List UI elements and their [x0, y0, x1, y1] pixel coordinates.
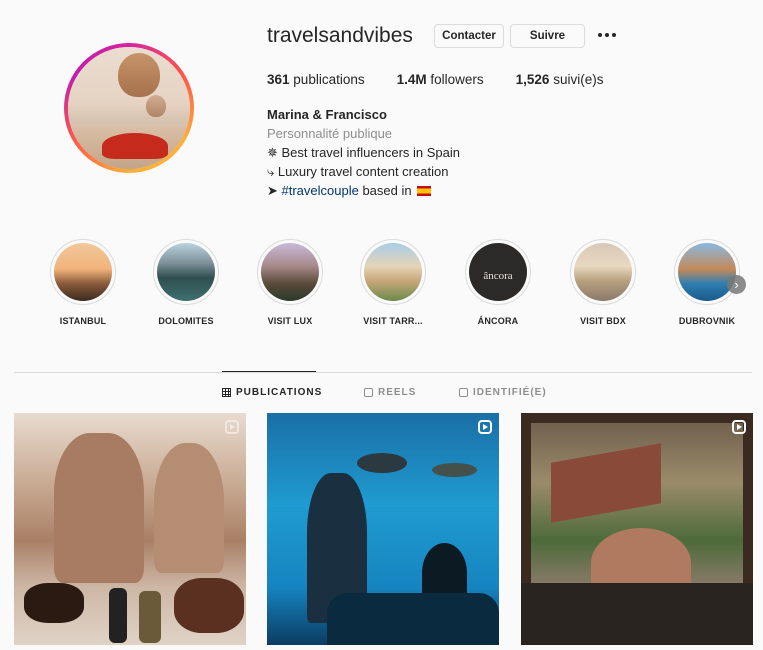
chevron-right-icon[interactable]: ›	[727, 275, 746, 294]
bio-line: ✵ Best travel influencers in Spain	[267, 145, 460, 160]
profile-full-name: Marina & Francisco	[267, 107, 387, 122]
highlight-istanbul[interactable]: ISTANBUL	[43, 239, 123, 326]
highlight-ring	[257, 239, 323, 305]
avatar-balloon	[146, 95, 166, 117]
post-fish	[357, 453, 407, 473]
avatar-red-dress	[102, 133, 168, 159]
post-thumbnail[interactable]	[267, 413, 499, 645]
tab-label: PUBLICATIONS	[236, 387, 323, 398]
tab-label: REELS	[378, 387, 417, 398]
bio-arrow: ➤	[267, 183, 282, 198]
avatar-balloon	[118, 53, 160, 97]
highlight-ring	[153, 239, 219, 305]
highlight-ring	[50, 239, 116, 305]
bio-line: ➤ #travelcouple based in	[267, 183, 432, 199]
grid-icon	[222, 388, 231, 397]
highlight-label: DOLOMITES	[158, 316, 214, 326]
highlight-image: âncora	[469, 243, 527, 301]
profile-avatar[interactable]	[64, 43, 194, 173]
highlight-image	[54, 243, 112, 301]
tab-reels[interactable]: REELS	[364, 387, 416, 398]
profile-category: Personnalité publique	[267, 126, 393, 141]
contact-button[interactable]: Contacter	[434, 24, 504, 48]
more-options-icon[interactable]	[598, 28, 618, 42]
active-tab-indicator	[222, 371, 316, 372]
post-thumbnail[interactable]	[521, 413, 753, 645]
tab-label: IDENTIFIÉ(E)	[473, 387, 547, 398]
highlight-image	[157, 243, 215, 301]
tab-publications[interactable]: PUBLICATIONS	[222, 387, 322, 398]
post-bathtub	[327, 593, 499, 645]
ancora-logo-text: âncora	[483, 270, 513, 282]
highlight-ancora[interactable]: âncora ÁNCORA	[458, 239, 538, 326]
reel-icon	[225, 420, 239, 434]
reels-icon	[364, 388, 373, 397]
post-person	[139, 591, 161, 643]
post-bathtub	[521, 583, 753, 645]
followers-count: 1.4M	[396, 72, 427, 87]
posts-count: 361	[267, 72, 290, 87]
highlight-image	[364, 243, 422, 301]
highlight-visit-bdx[interactable]: VISIT BDX	[563, 239, 643, 326]
following-stat[interactable]: 1,526 suivi(e)s	[516, 72, 604, 87]
post-horse	[24, 583, 84, 623]
post-person	[109, 588, 127, 643]
highlight-label: VISIT TARR...	[363, 316, 423, 326]
highlight-label: ISTANBUL	[59, 316, 107, 326]
posts-stat: 361 publications	[267, 72, 365, 87]
highlight-image	[261, 243, 319, 301]
followers-label: followers	[430, 72, 484, 87]
hashtag-link[interactable]: #travelcouple	[282, 183, 359, 198]
highlight-label: VISIT BDX	[580, 316, 626, 326]
reel-icon	[478, 420, 492, 434]
tagged-icon	[459, 388, 468, 397]
highlight-visit-tarr[interactable]: VISIT TARR...	[353, 239, 433, 326]
profile-username: travelsandvibes	[267, 24, 413, 47]
bio-line: ⤷ Luxury travel content creation	[267, 164, 449, 179]
bio-text: based in	[358, 183, 416, 198]
following-label: suivi(e)s	[553, 72, 604, 87]
highlight-ring	[570, 239, 636, 305]
highlight-visit-lux[interactable]: VISIT LUX	[250, 239, 330, 326]
following-count: 1,526	[515, 72, 550, 87]
profile-stats: 361 publications 1.4M followers 1,526 su…	[267, 72, 635, 87]
highlight-dolomites[interactable]: DOLOMITES	[146, 239, 226, 326]
highlight-image	[574, 243, 632, 301]
highlight-ring: âncora	[465, 239, 531, 305]
followers-stat[interactable]: 1.4M followers	[397, 72, 484, 87]
post-rock	[54, 433, 144, 583]
highlight-label: VISIT LUX	[267, 316, 313, 326]
highlight-label: ÁNCORA	[477, 316, 519, 326]
posts-label: publications	[293, 72, 365, 87]
highlight-ring	[674, 239, 740, 305]
post-thumbnail[interactable]	[14, 413, 246, 645]
post-horse	[174, 578, 244, 633]
spain-flag-icon	[417, 186, 432, 196]
follow-button[interactable]: Suivre	[510, 24, 585, 48]
reel-icon	[732, 420, 746, 434]
highlight-label: DUBROVNIK	[678, 316, 736, 326]
tab-tagged[interactable]: IDENTIFIÉ(E)	[459, 387, 547, 398]
avatar-image	[68, 47, 190, 169]
tabs-divider	[14, 372, 752, 373]
highlight-ring	[360, 239, 426, 305]
highlight-image	[678, 243, 736, 301]
post-fish	[432, 463, 477, 477]
post-rock	[154, 443, 224, 573]
